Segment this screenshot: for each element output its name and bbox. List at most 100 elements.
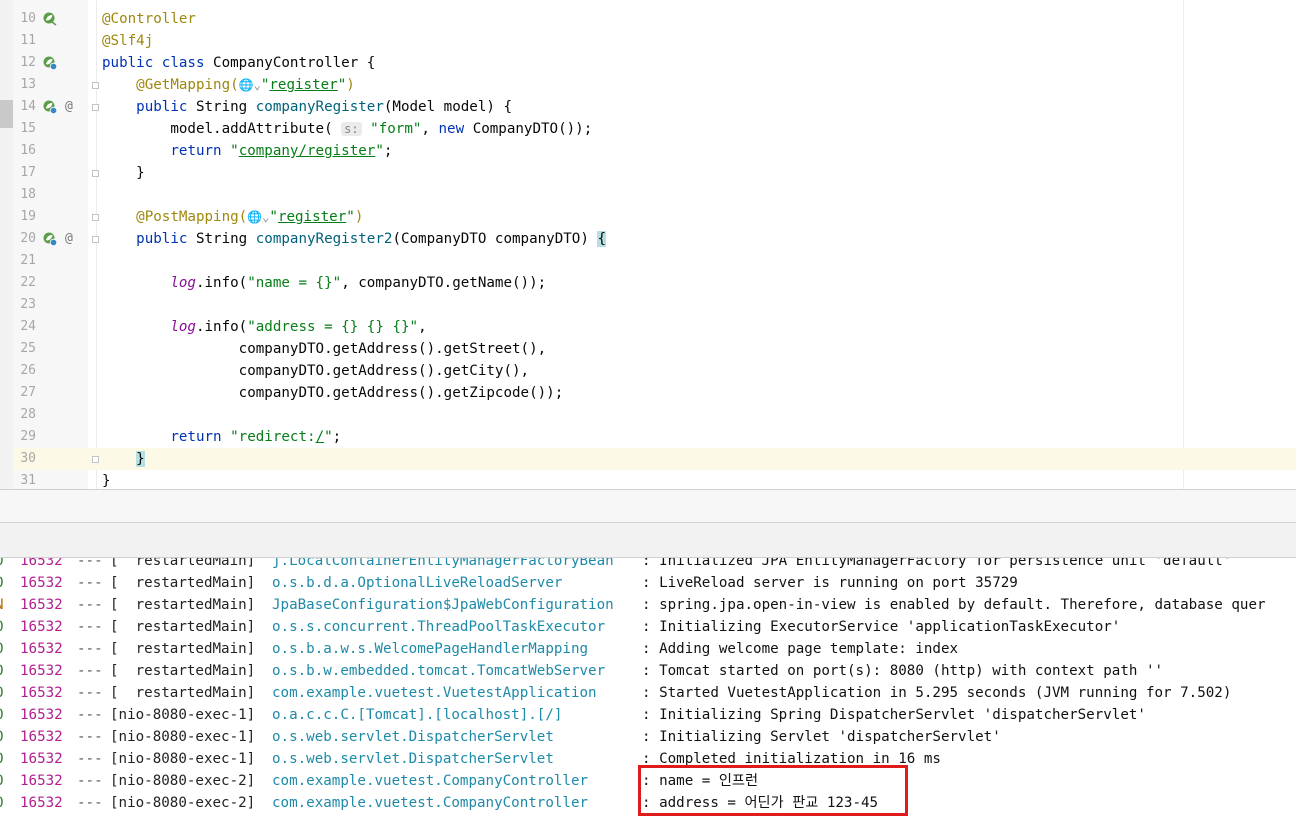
spring-bean-globe-icon[interactable] [43, 232, 57, 246]
code-line[interactable]: 29 return "redirect:/"; [13, 426, 1296, 448]
line-number: 15 [20, 121, 36, 136]
code-line[interactable]: 25 companyDTO.getAddress().getStreet(), [13, 338, 1296, 360]
code-text: companyDTO.getAddress().getZipcode()); [102, 382, 564, 404]
code-line[interactable]: 16 return "company/register"; [13, 140, 1296, 162]
log-message: : LiveReload server is running on port 3… [642, 575, 1018, 591]
log-pid: 16532 [20, 685, 63, 701]
code-token: companyDTO.getAddress().getZipcode()); [102, 385, 564, 401]
code-token: register [277, 209, 347, 225]
implements-at-icon[interactable]: @ [65, 228, 73, 250]
code-line[interactable]: 31} [13, 470, 1296, 489]
code-token: "form" [361, 121, 422, 137]
code-line[interactable]: 15 model.addAttribute( s: "form", new Co… [13, 118, 1296, 140]
log-level: O [0, 682, 4, 704]
code-text: @Slf4j [102, 30, 153, 52]
code-token: } [136, 451, 145, 467]
code-line[interactable]: 28 [13, 404, 1296, 426]
line-number: 20 [20, 231, 36, 246]
log-separator: --- [77, 707, 103, 723]
log-logger[interactable]: o.s.b.w.embedded.tomcat.TomcatWebServer [272, 660, 605, 682]
log-thread: [nio-8080-exec-1] [110, 751, 256, 767]
code-token: , [421, 121, 439, 137]
log-separator: --- [77, 558, 103, 569]
line-number: 30 [20, 451, 36, 466]
log-logger[interactable]: o.s.web.servlet.DispatcherServlet [272, 748, 554, 770]
code-token: (Model model) { [383, 99, 513, 115]
log-level: O [0, 616, 4, 638]
code-token: } [102, 473, 111, 489]
code-line[interactable]: 20 @ public String companyRegister2(Compa… [13, 228, 1296, 250]
line-number: 13 [20, 77, 36, 92]
code-token: new [438, 121, 473, 137]
code-token: (CompanyDTO companyDTO) [392, 231, 598, 247]
log-logger[interactable]: com.example.vuetest.CompanyController [272, 770, 588, 792]
code-line[interactable]: 13 @GetMapping(🌐⌄"register") [13, 74, 1296, 96]
log-thread: [ restartedMain] [110, 575, 256, 591]
editor-left-edge [0, 0, 13, 489]
code-line[interactable]: 27 companyDTO.getAddress().getZipcode())… [13, 382, 1296, 404]
spring-bean-globe-icon[interactable] [43, 100, 57, 114]
log-separator: --- [77, 729, 103, 745]
code-token: @Controller [102, 11, 196, 27]
code-text: @PostMapping(🌐⌄"register") [102, 206, 363, 228]
log-logger[interactable]: o.s.b.d.a.OptionalLiveReloadServer [272, 572, 562, 594]
code-line[interactable]: 30 } [13, 448, 1296, 470]
log-logger[interactable]: com.example.vuetest.VuetestApplication [272, 682, 597, 704]
log-level: O [0, 704, 4, 726]
log-separator: --- [77, 641, 103, 657]
code-line[interactable]: 23 [13, 294, 1296, 316]
line-number: 16 [20, 143, 36, 158]
scroll-marker [0, 100, 13, 128]
code-editor[interactable]: 10 @Controller 11 @Slf4j 12 public class Comp… [0, 0, 1296, 489]
code-token: @PostMapping( [136, 209, 248, 225]
code-line[interactable]: 14 @ public String companyRegister(Model … [13, 96, 1296, 118]
code-line[interactable]: 19 @PostMapping(🌐⌄"register") [13, 206, 1296, 228]
log-logger[interactable]: o.a.c.c.C.[Tomcat].[localhost].[/] [272, 704, 562, 726]
code-line[interactable]: 11 @Slf4j [13, 30, 1296, 52]
globe-icon: 🌐⌄ [238, 78, 261, 92]
log-pid: 16532 [20, 641, 63, 657]
log-pid: 16532 [20, 663, 63, 679]
code-text: @Controller [102, 8, 196, 30]
code-line[interactable]: 10 @Controller [13, 8, 1296, 30]
spring-bean-globe-icon[interactable] [43, 56, 57, 70]
log-logger[interactable]: o.s.s.concurrent.ThreadPoolTaskExecutor [272, 616, 605, 638]
log-thread: [nio-8080-exec-1] [110, 707, 256, 723]
code-line[interactable]: 22 log.info("name = {}", companyDTO.getN… [13, 272, 1296, 294]
code-line[interactable]: 12 public class CompanyController { [13, 52, 1296, 74]
code-text: public class CompanyController { [102, 52, 375, 74]
log-logger[interactable]: j.LocalContainerEntityManagerFactoryBean [272, 558, 614, 572]
code-line[interactable]: 21 [13, 250, 1296, 272]
code-token: ) [346, 77, 355, 93]
log-separator: --- [77, 619, 103, 635]
run-tool-window-header [0, 522, 1296, 558]
spring-bean-icon[interactable] [43, 12, 57, 26]
code-line[interactable]: 26 companyDTO.getAddress().getCity(), [13, 360, 1296, 382]
log-thread: [ restartedMain] [110, 597, 256, 613]
code-text: } [102, 162, 145, 184]
log-thread: [ restartedMain] [110, 663, 256, 679]
code-text: model.addAttribute( s: "form", new Compa… [102, 118, 592, 140]
log-pid: 16532 [20, 751, 63, 767]
fold-marker[interactable] [92, 214, 99, 221]
code-line[interactable]: 17 } [13, 162, 1296, 184]
fold-marker[interactable] [92, 456, 99, 463]
implements-at-icon[interactable]: @ [65, 96, 73, 118]
log-logger[interactable]: JpaBaseConfiguration$JpaWebConfiguration [272, 594, 614, 616]
log-separator: --- [77, 685, 103, 701]
fold-marker[interactable] [92, 104, 99, 111]
fold-marker[interactable] [92, 82, 99, 89]
fold-marker[interactable] [92, 236, 99, 243]
log-logger[interactable]: com.example.vuetest.CompanyController [272, 792, 588, 814]
code-line[interactable]: 24 log.info("address = {} {} {}", [13, 316, 1296, 338]
fold-marker[interactable] [92, 170, 99, 177]
code-token: " [230, 143, 239, 159]
log-separator: --- [77, 751, 103, 767]
log-level: O [0, 638, 4, 660]
log-logger[interactable]: o.s.web.servlet.DispatcherServlet [272, 726, 554, 748]
log-logger[interactable]: o.s.b.a.w.s.WelcomePageHandlerMapping [272, 638, 588, 660]
code-line[interactable]: 18 [13, 184, 1296, 206]
code-token: @GetMapping( [136, 77, 239, 93]
code-token: company/register [238, 143, 376, 159]
